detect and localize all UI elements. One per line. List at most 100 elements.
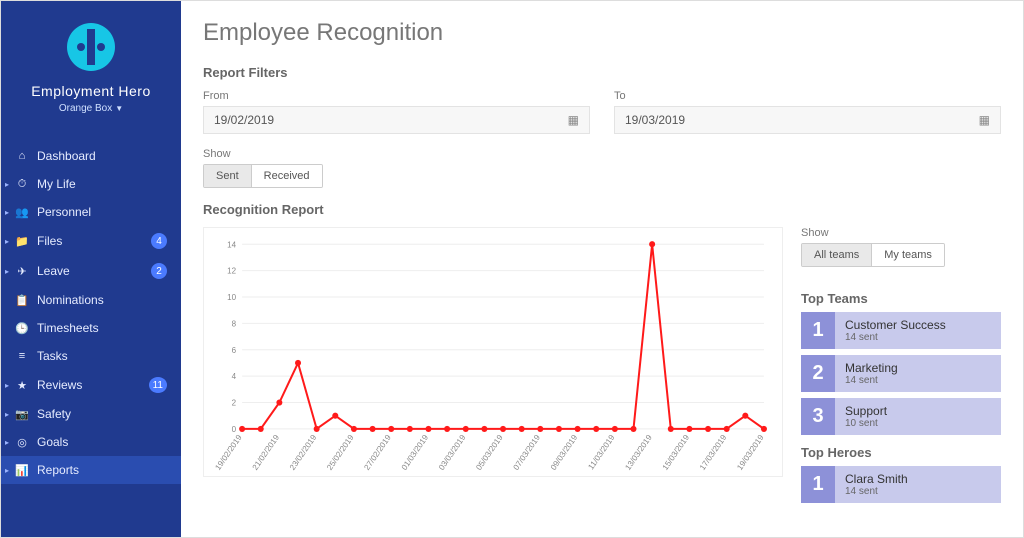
- svg-text:25/02/2019: 25/02/2019: [325, 433, 356, 472]
- svg-text:13/03/2019: 13/03/2019: [623, 433, 654, 472]
- side-column: Show All teams My teams Top Teams 1Custo…: [801, 227, 1001, 509]
- nav-label: Leave: [37, 264, 70, 278]
- sidebar-item-dashboard[interactable]: ⌂Dashboard: [1, 142, 181, 170]
- svg-text:12: 12: [227, 267, 236, 276]
- nav-icon: ★: [15, 379, 29, 392]
- rank-name: Marketing: [845, 361, 991, 375]
- chevron-right-icon: ▸: [5, 267, 9, 276]
- show-toggle: Sent Received: [203, 164, 323, 188]
- svg-text:19/02/2019: 19/02/2019: [213, 433, 244, 472]
- svg-text:4: 4: [232, 372, 237, 381]
- filters-panel: Report Filters From 19/02/2019 ▦ To 19/0…: [203, 65, 1001, 509]
- sidebar: Employment Hero Orange Box▼ ⌂Dashboard▸⏱…: [1, 1, 181, 537]
- chevron-right-icon: ▸: [5, 381, 9, 390]
- report-heading: Recognition Report: [203, 202, 1001, 217]
- nav-icon: 📊: [15, 464, 29, 477]
- top-teams-heading: Top Teams: [801, 291, 1001, 306]
- nav-label: Timesheets: [37, 321, 99, 335]
- nav-label: Nominations: [37, 293, 104, 307]
- to-date-input[interactable]: 19/03/2019 ▦: [614, 106, 1001, 134]
- chevron-right-icon: ▸: [5, 237, 9, 246]
- nav-icon: ◎: [15, 436, 29, 449]
- rank-sub: 14 sent: [845, 332, 991, 343]
- team-card[interactable]: 3Support10 sent: [801, 398, 1001, 435]
- to-filter: To 19/03/2019 ▦: [614, 90, 1001, 134]
- svg-text:23/02/2019: 23/02/2019: [288, 433, 319, 472]
- chevron-right-icon: ▸: [5, 466, 9, 475]
- nav-badge: 4: [151, 233, 167, 249]
- sidebar-item-my-life[interactable]: ▸⏱My Life: [1, 170, 181, 198]
- rank-number: 2: [801, 355, 835, 392]
- nav-icon: ⌂: [15, 150, 29, 162]
- brand-logo-icon: [63, 19, 119, 75]
- nav-icon: 📁: [15, 235, 29, 248]
- sidebar-item-timesheets[interactable]: 🕒 Timesheets: [1, 314, 181, 342]
- side-show-label: Show: [801, 227, 1001, 239]
- sidebar-item-nominations[interactable]: 📋Nominations: [1, 286, 181, 314]
- brand-block: Employment Hero Orange Box▼: [1, 1, 181, 124]
- svg-text:09/03/2019: 09/03/2019: [549, 433, 580, 472]
- svg-text:01/03/2019: 01/03/2019: [400, 433, 431, 472]
- toggle-my-teams[interactable]: My teams: [871, 244, 944, 266]
- sidebar-item-tasks[interactable]: ≡ Tasks: [1, 342, 181, 370]
- calendar-icon: ▦: [568, 113, 579, 127]
- sidebar-item-personnel[interactable]: ▸ 👥 Personnel: [1, 198, 181, 226]
- nav-icon: ≡: [15, 350, 29, 362]
- teams-toggle: All teams My teams: [801, 243, 945, 267]
- toggle-received[interactable]: Received: [251, 165, 322, 187]
- team-card[interactable]: 1Customer Success14 sent: [801, 312, 1001, 349]
- chevron-right-icon: ▸: [5, 208, 9, 217]
- calendar-icon: ▦: [979, 113, 990, 127]
- svg-text:14: 14: [227, 240, 236, 249]
- show-label: Show: [203, 148, 1001, 160]
- chevron-right-icon: ▸: [5, 438, 9, 447]
- sidebar-item-goals[interactable]: ▸◎Goals: [1, 428, 181, 456]
- nav-label: Personnel: [37, 205, 91, 219]
- svg-text:19/03/2019: 19/03/2019: [735, 433, 766, 472]
- nav-icon: 👥: [15, 206, 29, 219]
- nav-badge: 11: [149, 377, 167, 393]
- sidebar-item-safety[interactable]: ▸📷Safety: [1, 400, 181, 428]
- page-title: Employee Recognition: [203, 19, 1001, 47]
- hero-card[interactable]: 1Clara Smith14 sent: [801, 466, 1001, 503]
- svg-text:07/03/2019: 07/03/2019: [512, 433, 543, 472]
- sidebar-item-leave[interactable]: ▸✈Leave2: [1, 256, 181, 286]
- rank-body: Marketing14 sent: [835, 355, 1001, 392]
- svg-text:6: 6: [232, 346, 237, 355]
- nav-icon: ✈: [15, 265, 29, 278]
- sidebar-item-reviews[interactable]: ▸ ★ Reviews 11: [1, 370, 181, 400]
- org-name: Orange Box: [59, 103, 112, 114]
- nav-label: Reviews: [37, 378, 82, 392]
- nav-icon: 🕒: [15, 322, 29, 335]
- from-date-input[interactable]: 19/02/2019 ▦: [203, 106, 590, 134]
- org-switcher[interactable]: Orange Box▼: [11, 103, 171, 114]
- nav-label: My Life: [37, 177, 76, 191]
- svg-text:21/02/2019: 21/02/2019: [251, 433, 282, 472]
- sidebar-item-files[interactable]: ▸📁Files4: [1, 226, 181, 256]
- rank-body: Support10 sent: [835, 398, 1001, 435]
- team-card[interactable]: 2Marketing14 sent: [801, 355, 1001, 392]
- app-shell: Employment Hero Orange Box▼ ⌂Dashboard▸⏱…: [0, 0, 1024, 538]
- svg-text:17/03/2019: 17/03/2019: [698, 433, 729, 472]
- svg-text:15/03/2019: 15/03/2019: [661, 433, 692, 472]
- rank-name: Customer Success: [845, 318, 991, 332]
- chevron-right-icon: ▸: [5, 410, 9, 419]
- toggle-all-teams[interactable]: All teams: [802, 244, 871, 266]
- rank-name: Clara Smith: [845, 472, 991, 486]
- svg-text:27/02/2019: 27/02/2019: [363, 433, 394, 472]
- svg-text:03/03/2019: 03/03/2019: [437, 433, 468, 472]
- top-heroes-list: 1Clara Smith14 sent: [801, 466, 1001, 503]
- nav: ⌂Dashboard▸⏱My Life▸👥Personnel▸📁Files4▸✈…: [1, 142, 181, 484]
- svg-text:05/03/2019: 05/03/2019: [474, 433, 505, 472]
- rank-body: Customer Success14 sent: [835, 312, 1001, 349]
- chevron-right-icon: ▸: [5, 180, 9, 189]
- svg-text:8: 8: [232, 319, 237, 328]
- top-teams-list: 1Customer Success14 sent2Marketing14 sen…: [801, 312, 1001, 435]
- recognition-chart: 0246810121419/02/201921/02/201923/02/201…: [203, 227, 783, 477]
- brand-name: Employment Hero: [11, 83, 171, 99]
- nav-label: Tasks: [37, 349, 68, 363]
- sidebar-item-reports[interactable]: ▸📊Reports: [1, 456, 181, 484]
- toggle-sent[interactable]: Sent: [204, 165, 251, 187]
- nav-label: Safety: [37, 407, 71, 421]
- svg-text:2: 2: [232, 399, 237, 408]
